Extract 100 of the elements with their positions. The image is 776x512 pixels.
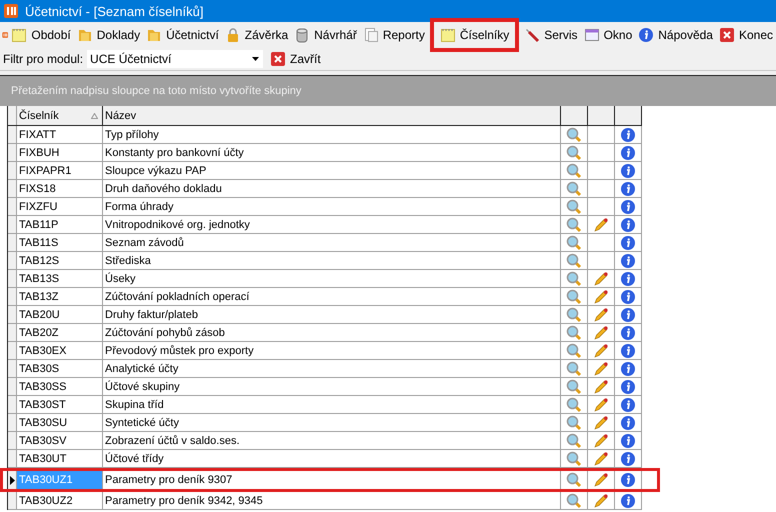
info-icon[interactable] — [620, 324, 636, 340]
toolbar-button[interactable]: Doklady — [74, 24, 144, 46]
pencil-icon[interactable] — [593, 414, 609, 430]
info-icon[interactable] — [620, 180, 636, 196]
magnifier-icon[interactable] — [566, 252, 582, 268]
pencil-icon[interactable] — [593, 342, 609, 358]
table-cell: Střediska — [103, 252, 561, 269]
table-cell: FIXZFU — [17, 198, 103, 215]
table-cell: Druhy faktur/plateb — [103, 306, 561, 323]
dropdown-arrow-icon — [252, 57, 260, 61]
magnifier-icon[interactable] — [566, 234, 582, 250]
table-cell: Převodový můstek pro exporty — [103, 342, 561, 359]
pencil-icon[interactable] — [593, 378, 609, 394]
magnifier-icon[interactable] — [566, 144, 582, 160]
table-cell: Vnitropodnikové org. jednotky — [103, 216, 561, 233]
table-cell: TAB12S — [17, 252, 103, 269]
table-cell: Konstanty pro bankovní účty — [103, 144, 561, 161]
toolbar-button[interactable]: Konec — [716, 24, 776, 46]
magnifier-icon[interactable] — [566, 198, 582, 214]
table-cell: TAB30ST — [17, 396, 103, 413]
table-cell: Účtové skupiny — [103, 378, 561, 395]
column-header[interactable]: Číselník — [17, 106, 103, 125]
info-icon[interactable] — [620, 162, 636, 178]
magnifier-icon[interactable] — [566, 396, 582, 412]
table-cell: TAB13Z — [17, 288, 103, 305]
toolbar-button[interactable]: Období — [8, 24, 74, 46]
magnifier-icon[interactable] — [566, 162, 582, 178]
toolbar-button[interactable]: Nápověda — [635, 24, 716, 46]
pencil-icon[interactable] — [593, 306, 609, 322]
module-dropdown[interactable]: UCE Účetnictví — [87, 50, 264, 68]
info-icon[interactable] — [620, 378, 636, 394]
info-icon[interactable] — [620, 414, 636, 430]
table-cell: TAB20U — [17, 306, 103, 323]
pencil-icon[interactable] — [593, 450, 609, 466]
info-icon[interactable] — [620, 216, 636, 232]
column-header[interactable]: Název — [103, 106, 561, 125]
magnifier-icon[interactable] — [566, 324, 582, 340]
info-icon[interactable] — [620, 432, 636, 448]
table-cell: Syntetické účty — [103, 414, 561, 431]
table-cell: Parametry pro deník 9342, 9345 — [103, 492, 561, 509]
table-cell: TAB30UZ2 — [17, 492, 103, 509]
magnifier-icon[interactable] — [566, 180, 582, 196]
notepad-icon — [11, 27, 28, 43]
info-icon[interactable] — [620, 472, 636, 488]
magnifier-icon[interactable] — [566, 306, 582, 322]
magnifier-icon[interactable] — [566, 270, 582, 286]
info-icon[interactable] — [620, 450, 636, 466]
magnifier-icon[interactable] — [566, 414, 582, 430]
toolbar-button[interactable]: Okno — [580, 24, 636, 46]
window-icon — [584, 27, 600, 43]
magnifier-icon[interactable] — [566, 378, 582, 394]
toolbar-button[interactable]: Závěrka — [222, 24, 292, 46]
info-icon[interactable] — [620, 492, 636, 508]
pencil-icon[interactable] — [593, 432, 609, 448]
toolbar-button[interactable]: Návrhář — [291, 24, 360, 46]
info-icon[interactable] — [620, 198, 636, 214]
pencil-icon[interactable] — [593, 396, 609, 412]
table-cell: TAB30SV — [17, 432, 103, 449]
table-cell: TAB13S — [17, 270, 103, 287]
info-icon[interactable] — [620, 288, 636, 304]
table-cell: TAB30SU — [17, 414, 103, 431]
magnifier-icon[interactable] — [566, 432, 582, 448]
folder-icon — [146, 27, 162, 43]
info-icon[interactable] — [620, 270, 636, 286]
magnifier-icon[interactable] — [566, 450, 582, 466]
pencil-icon[interactable] — [593, 492, 609, 508]
toolbar-button[interactable]: Servis — [521, 24, 581, 46]
pencil-icon[interactable] — [593, 216, 609, 232]
close-filter-button[interactable]: Zavřít — [267, 49, 324, 69]
toolbar-button[interactable]: Reporty — [360, 24, 428, 46]
magnifier-icon[interactable] — [566, 360, 582, 376]
magnifier-icon[interactable] — [566, 288, 582, 304]
table-cell: TAB11P — [17, 216, 103, 233]
info-icon[interactable] — [620, 360, 636, 376]
magnifier-icon[interactable] — [566, 492, 582, 508]
magnifier-icon[interactable] — [566, 472, 582, 488]
table-cell: TAB11S — [17, 234, 103, 251]
info-icon[interactable] — [620, 396, 636, 412]
info-icon[interactable] — [620, 144, 636, 160]
magnifier-icon[interactable] — [566, 342, 582, 358]
toolbar-button[interactable]: Účetnictví — [143, 24, 222, 46]
info-icon[interactable] — [620, 234, 636, 250]
info-icon[interactable] — [620, 306, 636, 322]
magnifier-icon[interactable] — [566, 216, 582, 232]
table-cell: TAB30EX — [17, 342, 103, 359]
pencil-icon[interactable] — [593, 288, 609, 304]
table-cell: Forma úhrady — [103, 198, 561, 215]
window-title: Účetnictví - [Seznam číselníků] — [25, 4, 204, 18]
table-cell: TAB20Z — [17, 324, 103, 341]
table-cell: Typ přílohy — [103, 126, 561, 143]
info-icon[interactable] — [620, 252, 636, 268]
pencil-icon[interactable] — [593, 324, 609, 340]
row-selector[interactable] — [8, 471, 17, 489]
group-hint: Přetažením nadpisu sloupce na toto místo vytvoříte skupiny — [11, 85, 302, 97]
info-icon[interactable] — [620, 342, 636, 358]
pencil-icon[interactable] — [593, 270, 609, 286]
toolbar-button[interactable]: Číselníky — [430, 18, 520, 52]
pencil-icon[interactable] — [593, 472, 609, 488]
pencil-icon[interactable] — [593, 360, 609, 376]
info-icon[interactable] — [620, 126, 636, 142]
